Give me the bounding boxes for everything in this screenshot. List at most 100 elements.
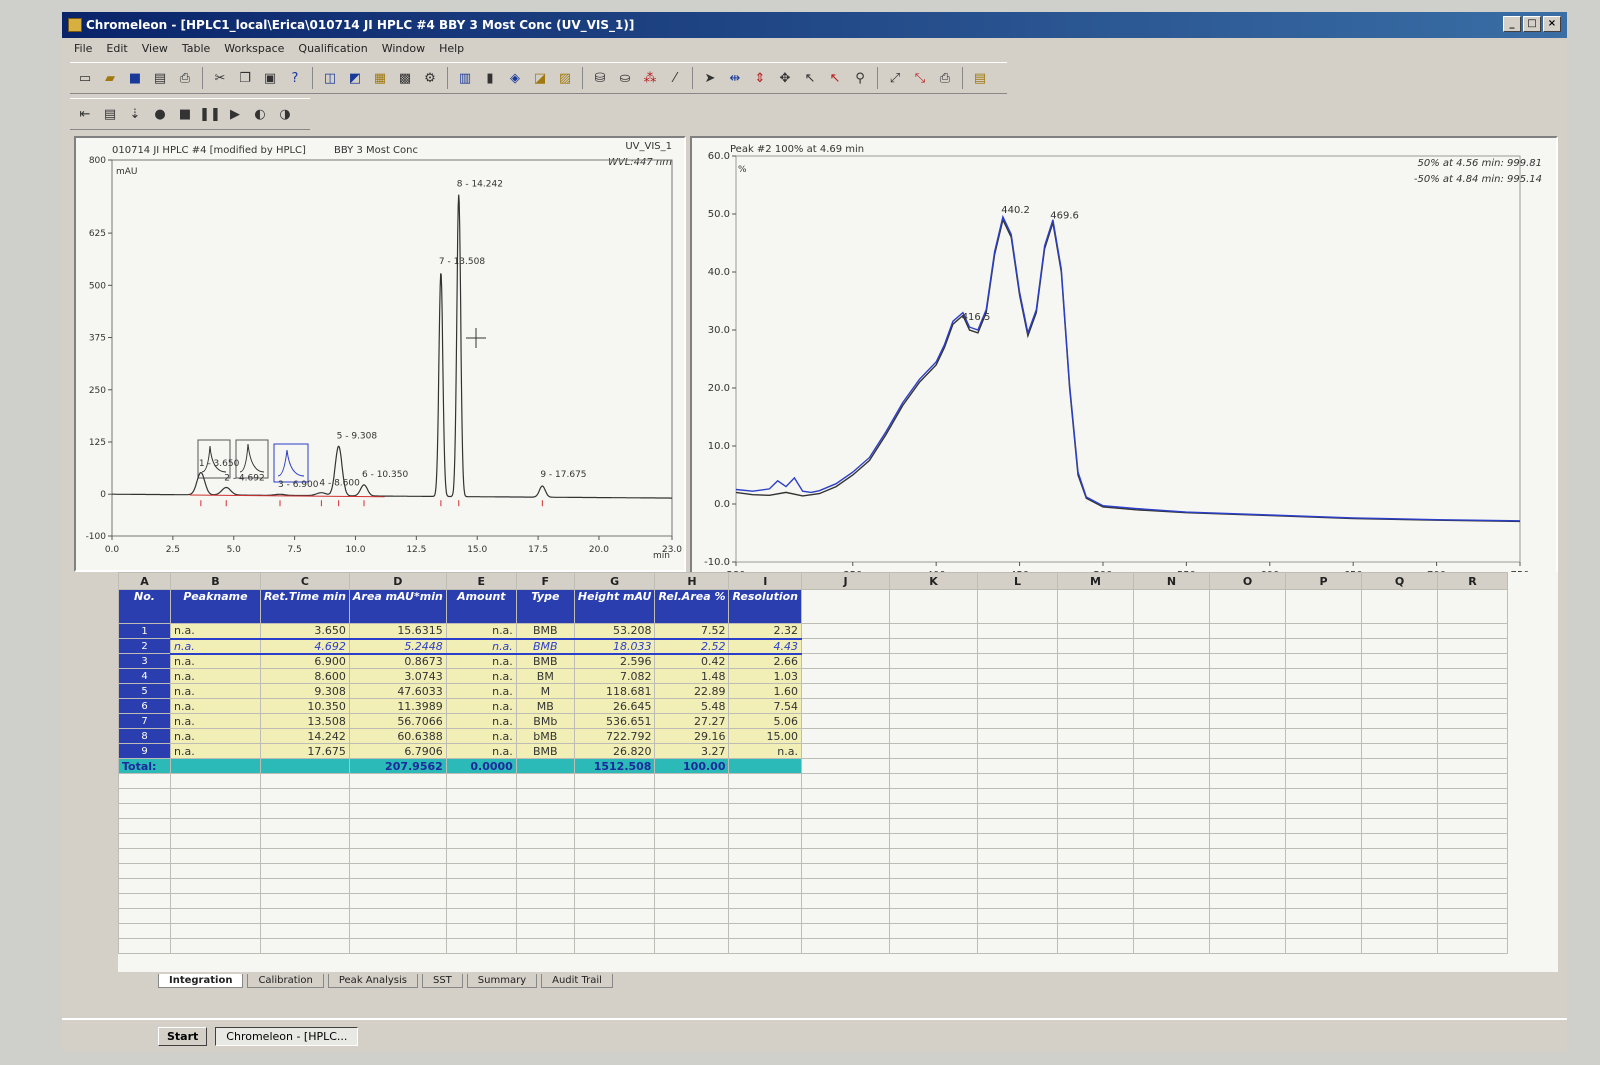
cell-type[interactable]: BMB — [515, 637, 575, 655]
cell-name[interactable]: n.a. — [170, 637, 261, 655]
empty-cell[interactable] — [1285, 863, 1362, 879]
cell-name[interactable]: n.a. — [170, 668, 261, 684]
empty-cell[interactable] — [260, 773, 350, 789]
cell-res[interactable]: 2.32 — [728, 623, 802, 639]
empty-cell[interactable] — [170, 863, 261, 879]
bar-chart-icon[interactable]: ▮ — [479, 67, 501, 89]
empty-cell[interactable] — [1209, 833, 1286, 849]
empty-cell[interactable] — [977, 698, 1058, 714]
empty-cell[interactable] — [170, 893, 261, 909]
column-letter-i[interactable]: I — [728, 572, 802, 590]
empty-cell[interactable] — [977, 758, 1058, 774]
new-file-icon[interactable]: ▭ — [74, 67, 96, 89]
cell-height[interactable]: 26.820 — [573, 743, 656, 759]
empty-cell[interactable] — [801, 818, 890, 834]
empty-cell[interactable] — [1133, 638, 1210, 654]
empty-cell[interactable] — [889, 743, 978, 759]
column-letter-a[interactable]: A — [118, 572, 171, 590]
empty-cell[interactable] — [1361, 908, 1438, 924]
empty-cell[interactable] — [118, 788, 171, 804]
empty-cell[interactable] — [118, 818, 171, 834]
empty-cell[interactable] — [977, 878, 1058, 894]
empty-cell[interactable] — [260, 818, 350, 834]
empty-cell[interactable] — [515, 818, 575, 834]
empty-cell[interactable] — [1361, 833, 1438, 849]
empty-cell[interactable] — [1437, 833, 1508, 849]
cell-amount[interactable]: n.a. — [445, 683, 517, 699]
empty-cell[interactable] — [1437, 758, 1508, 774]
cell-no[interactable]: 7 — [118, 713, 171, 729]
cell-type[interactable]: BM — [515, 668, 575, 684]
empty-cell[interactable] — [1437, 713, 1508, 729]
cell-type[interactable]: BMb — [515, 713, 575, 729]
empty-cell[interactable] — [801, 863, 890, 879]
column-letter-p[interactable]: P — [1285, 572, 1362, 590]
empty-cell[interactable] — [1057, 863, 1134, 879]
empty-cell[interactable] — [801, 743, 890, 759]
empty-cell[interactable] — [445, 908, 517, 924]
chromatogram-view-icon[interactable]: ◫ — [319, 67, 341, 89]
cell-relarea[interactable]: 0.42 — [654, 653, 730, 669]
empty-cell[interactable] — [1437, 728, 1508, 744]
empty-cell[interactable] — [889, 698, 978, 714]
empty-cell[interactable] — [889, 938, 978, 954]
autoscale-icon[interactable]: ⤢ — [884, 67, 906, 89]
empty-cell[interactable] — [977, 623, 1058, 639]
empty-cell[interactable] — [1133, 833, 1210, 849]
empty-cell[interactable] — [515, 893, 575, 909]
empty-cell[interactable] — [889, 728, 978, 744]
empty-cell[interactable] — [1057, 758, 1134, 774]
empty-cell[interactable] — [977, 728, 1058, 744]
peak-table[interactable]: ABCDEFGHIJKLMNOPQR No. Peakname Ret.Time m… — [118, 572, 1508, 954]
empty-cell[interactable] — [170, 773, 261, 789]
empty-cell[interactable] — [170, 878, 261, 894]
empty-cell[interactable] — [1133, 803, 1210, 819]
empty-cell[interactable] — [801, 833, 890, 849]
close-button[interactable]: × — [1543, 16, 1561, 32]
empty-cell[interactable] — [260, 908, 350, 924]
empty-cell[interactable] — [118, 893, 171, 909]
grid-icon[interactable]: ▩ — [394, 67, 416, 89]
empty-cell[interactable] — [1285, 713, 1362, 729]
empty-cell[interactable] — [260, 878, 350, 894]
cell-relarea[interactable]: 7.52 — [654, 623, 730, 639]
empty-cell[interactable] — [1133, 743, 1210, 759]
empty-cell[interactable] — [515, 863, 575, 879]
cell-name[interactable]: n.a. — [170, 623, 261, 639]
empty-cell[interactable] — [1361, 893, 1438, 909]
empty-cell[interactable] — [1361, 878, 1438, 894]
empty-cell[interactable] — [1285, 878, 1362, 894]
empty-cell[interactable] — [1285, 728, 1362, 744]
cell-rt[interactable]: 10.350 — [260, 698, 350, 714]
empty-cell[interactable] — [1133, 758, 1210, 774]
empty-cell[interactable] — [977, 833, 1058, 849]
cell-no[interactable]: 3 — [118, 653, 171, 669]
cell-rt[interactable]: 4.692 — [260, 637, 350, 655]
empty-cell[interactable] — [801, 938, 890, 954]
total-cell[interactable] — [170, 758, 261, 774]
empty-cell[interactable] — [1285, 638, 1362, 654]
empty-cell[interactable] — [170, 818, 261, 834]
empty-cell[interactable] — [1057, 878, 1134, 894]
empty-cell[interactable] — [977, 818, 1058, 834]
empty-cell[interactable] — [801, 638, 890, 654]
empty-cell[interactable] — [1209, 713, 1286, 729]
empty-cell[interactable] — [118, 803, 171, 819]
empty-cell[interactable] — [1133, 773, 1210, 789]
cell-res[interactable]: n.a. — [728, 743, 802, 759]
cell-no[interactable]: 8 — [118, 728, 171, 744]
empty-cell[interactable] — [801, 923, 890, 939]
empty-cell[interactable] — [889, 878, 978, 894]
cell-rt[interactable]: 13.508 — [260, 713, 350, 729]
cell-height[interactable]: 2.596 — [573, 653, 656, 669]
empty-cell[interactable] — [1437, 683, 1508, 699]
empty-cell[interactable] — [1361, 728, 1438, 744]
empty-cell[interactable] — [1209, 728, 1286, 744]
cell-rt[interactable]: 14.242 — [260, 728, 350, 744]
column-header[interactable]: Ret.Time min — [260, 589, 350, 624]
table-row[interactable]: 8 n.a. 14.242 60.6388 n.a. bMB 722.792 29.16 15.… — [118, 728, 1508, 744]
empty-cell[interactable] — [445, 923, 517, 939]
empty-cell[interactable] — [1209, 938, 1286, 954]
empty-cell[interactable] — [118, 833, 171, 849]
empty-cell[interactable] — [573, 863, 656, 879]
